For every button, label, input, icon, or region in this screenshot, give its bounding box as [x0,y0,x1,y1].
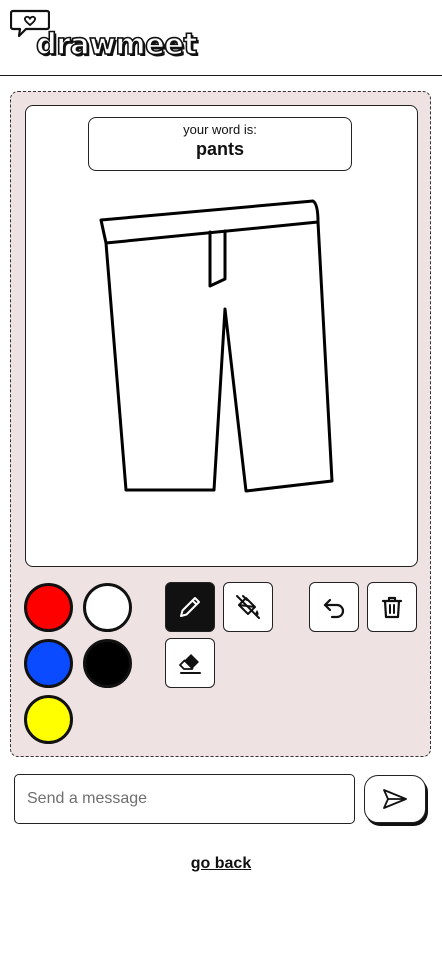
undo-button[interactable] [309,582,359,632]
color-swatch-blue[interactable] [24,639,73,688]
trash-icon [381,596,403,619]
drawing-canvas[interactable]: your word is: pants [25,105,418,567]
send-icon [383,789,407,809]
color-swatch-yellow[interactable] [24,695,73,744]
pants-drawing [99,199,334,493]
paint-bucket-icon [236,595,260,619]
clear-canvas-button[interactable] [367,582,417,632]
pencil-tool-button[interactable] [165,582,215,632]
app-header: drawmeet [0,0,442,76]
undo-icon [323,598,345,619]
color-swatch-red[interactable] [24,583,73,632]
app-logo-text[interactable]: drawmeet [35,29,198,60]
drawing-panel: your word is: pants [10,91,431,757]
go-back-link[interactable]: go back [0,855,442,873]
send-message-button[interactable] [364,775,426,823]
color-swatch-black[interactable] [83,639,132,688]
eraser-tool-button[interactable] [165,638,215,688]
eraser-icon [179,654,201,674]
pencil-icon [180,597,200,617]
message-input[interactable] [14,774,355,824]
paint-bucket-tool-button[interactable] [223,582,273,632]
color-swatch-white[interactable] [83,583,132,632]
